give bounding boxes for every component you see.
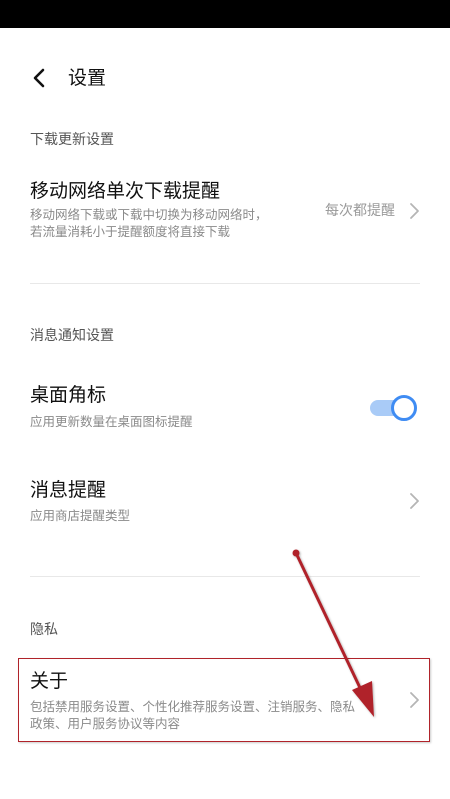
status-bar: [0, 0, 450, 28]
item-subtitle: 应用更新数量在桌面图标提醒: [30, 414, 193, 429]
section-title-notifications: 消息通知设置: [30, 328, 114, 344]
message-reminder-item[interactable]: 消息提醒 应用商店提醒类型: [0, 475, 450, 535]
chevron-right-icon: [410, 203, 419, 219]
item-subtitle-line2: 若流量消耗小于提醒额度将直接下载: [30, 224, 231, 239]
back-button[interactable]: [26, 64, 54, 92]
header: 设置: [0, 56, 450, 100]
reminder-value: 每次都提醒: [325, 203, 395, 219]
mobile-download-reminder-item[interactable]: 移动网络单次下载提醒 移动网络下载或下载中切换为移动网络时， 若流量消耗小于提醒…: [0, 170, 450, 250]
item-title: 桌面角标: [30, 384, 107, 406]
section-title-download: 下载更新设置: [30, 132, 114, 148]
divider: [30, 576, 420, 577]
item-title: 移动网络单次下载提醒: [30, 180, 221, 202]
badge-toggle[interactable]: [368, 391, 420, 425]
desktop-badge-item[interactable]: 桌面角标 应用更新数量在桌面图标提醒: [0, 378, 450, 438]
page-title: 设置: [68, 67, 107, 89]
annotation-highlight-box: [18, 658, 430, 742]
item-subtitle: 应用商店提醒类型: [30, 508, 131, 523]
chevron-right-icon: [410, 493, 419, 509]
item-subtitle-line1: 移动网络下载或下载中切换为移动网络时，: [30, 207, 268, 222]
section-title-privacy: 隐私: [30, 622, 58, 638]
chevron-left-icon: [33, 68, 45, 88]
divider: [30, 283, 420, 284]
item-title: 消息提醒: [30, 479, 107, 501]
